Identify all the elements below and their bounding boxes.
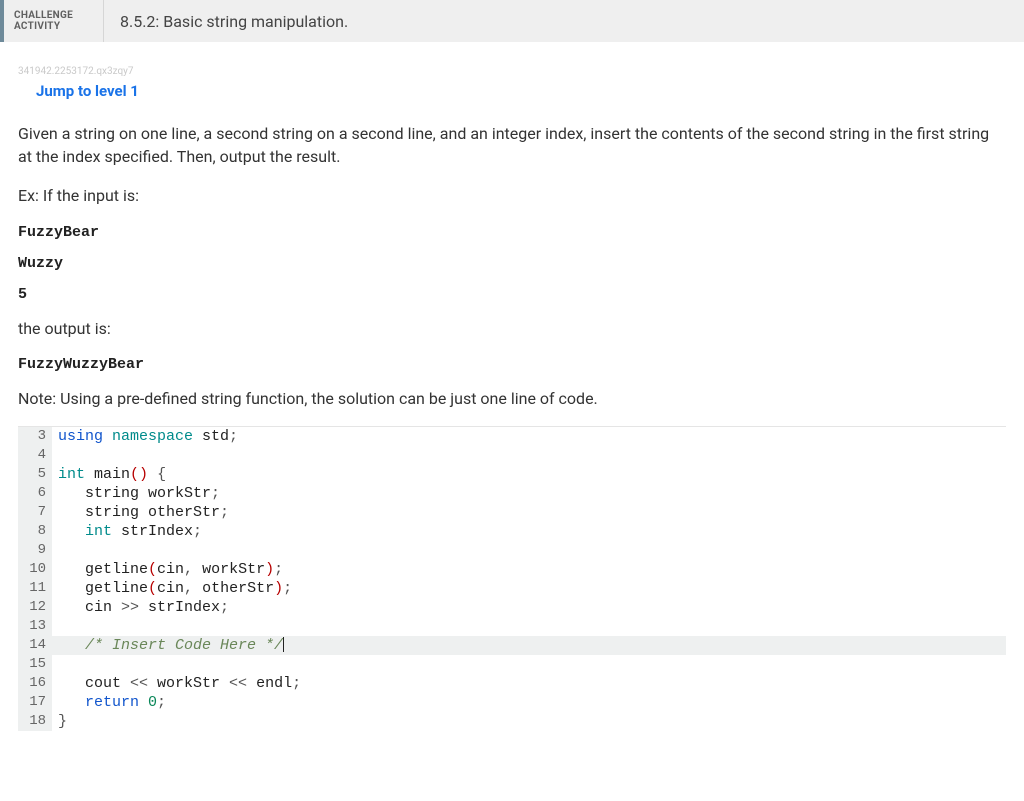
- line-number: 18: [18, 712, 52, 731]
- code-editor[interactable]: 3using namespace std;45int main() {6 str…: [18, 426, 1006, 731]
- code-text[interactable]: getline(cin, otherStr);: [52, 579, 1006, 598]
- example-input: Wuzzy: [18, 255, 1006, 272]
- code-text[interactable]: getline(cin, workStr);: [52, 560, 1006, 579]
- code-text[interactable]: int main() {: [52, 465, 1006, 484]
- line-number: 5: [18, 465, 52, 484]
- code-line[interactable]: 5int main() {: [18, 465, 1006, 484]
- line-number: 3: [18, 427, 52, 446]
- code-text[interactable]: int strIndex;: [52, 522, 1006, 541]
- code-text[interactable]: cin >> strIndex;: [52, 598, 1006, 617]
- code-text[interactable]: }: [52, 712, 1006, 731]
- line-number: 15: [18, 655, 52, 674]
- activity-label: CHALLENGE ACTIVITY: [4, 0, 104, 42]
- example-input: FuzzyBear: [18, 224, 1006, 241]
- line-number: 10: [18, 560, 52, 579]
- paragraph: Note: Using a pre-defined string functio…: [18, 387, 1006, 410]
- activity-id: 341942.2253172.qx3zqy7: [18, 66, 1006, 77]
- code-line[interactable]: 14 /* Insert Code Here */: [18, 636, 1006, 655]
- line-number: 12: [18, 598, 52, 617]
- activity-content: 341942.2253172.qx3zqy7 Jump to level 1 G…: [0, 42, 1024, 731]
- line-number: 16: [18, 674, 52, 693]
- line-number: 8: [18, 522, 52, 541]
- code-line[interactable]: 8 int strIndex;: [18, 522, 1006, 541]
- code-line[interactable]: 12 cin >> strIndex;: [18, 598, 1006, 617]
- code-text[interactable]: cout << workStr << endl;: [52, 674, 1006, 693]
- line-number: 17: [18, 693, 52, 712]
- line-number: 4: [18, 446, 52, 465]
- code-text[interactable]: [52, 446, 1006, 465]
- text-caret: [283, 637, 284, 652]
- activity-title: 8.5.2: Basic string manipulation.: [104, 0, 348, 42]
- code-line[interactable]: 6 string workStr;: [18, 484, 1006, 503]
- code-text[interactable]: [52, 617, 1006, 636]
- jump-to-level-link[interactable]: Jump to level 1: [36, 82, 139, 100]
- code-line[interactable]: 11 getline(cin, otherStr);: [18, 579, 1006, 598]
- code-line[interactable]: 13: [18, 617, 1006, 636]
- problem-statement: Given a string on one line, a second str…: [18, 122, 1006, 410]
- line-number: 13: [18, 617, 52, 636]
- code-line[interactable]: 17 return 0;: [18, 693, 1006, 712]
- line-number: 7: [18, 503, 52, 522]
- code-text[interactable]: [52, 541, 1006, 560]
- code-text[interactable]: string otherStr;: [52, 503, 1006, 522]
- code-text[interactable]: return 0;: [52, 693, 1006, 712]
- example-input: 5: [18, 286, 1006, 303]
- code-line[interactable]: 3using namespace std;: [18, 427, 1006, 446]
- code-line[interactable]: 18}: [18, 712, 1006, 731]
- paragraph: Given a string on one line, a second str…: [18, 122, 1006, 168]
- code-text[interactable]: [52, 655, 1006, 674]
- code-text[interactable]: /* Insert Code Here */: [52, 636, 1006, 655]
- line-number: 6: [18, 484, 52, 503]
- code-text[interactable]: using namespace std;: [52, 427, 1006, 446]
- code-line[interactable]: 7 string otherStr;: [18, 503, 1006, 522]
- code-line[interactable]: 9: [18, 541, 1006, 560]
- code-text[interactable]: string workStr;: [52, 484, 1006, 503]
- line-number: 11: [18, 579, 52, 598]
- line-number: 9: [18, 541, 52, 560]
- example-output: FuzzyWuzzyBear: [18, 356, 1006, 373]
- code-line[interactable]: 10 getline(cin, workStr);: [18, 560, 1006, 579]
- paragraph: Ex: If the input is:: [18, 184, 1006, 207]
- code-line[interactable]: 16 cout << workStr << endl;: [18, 674, 1006, 693]
- activity-header: CHALLENGE ACTIVITY 8.5.2: Basic string m…: [0, 0, 1024, 42]
- code-line[interactable]: 15: [18, 655, 1006, 674]
- code-line[interactable]: 4: [18, 446, 1006, 465]
- paragraph: the output is:: [18, 317, 1006, 340]
- line-number: 14: [18, 636, 52, 655]
